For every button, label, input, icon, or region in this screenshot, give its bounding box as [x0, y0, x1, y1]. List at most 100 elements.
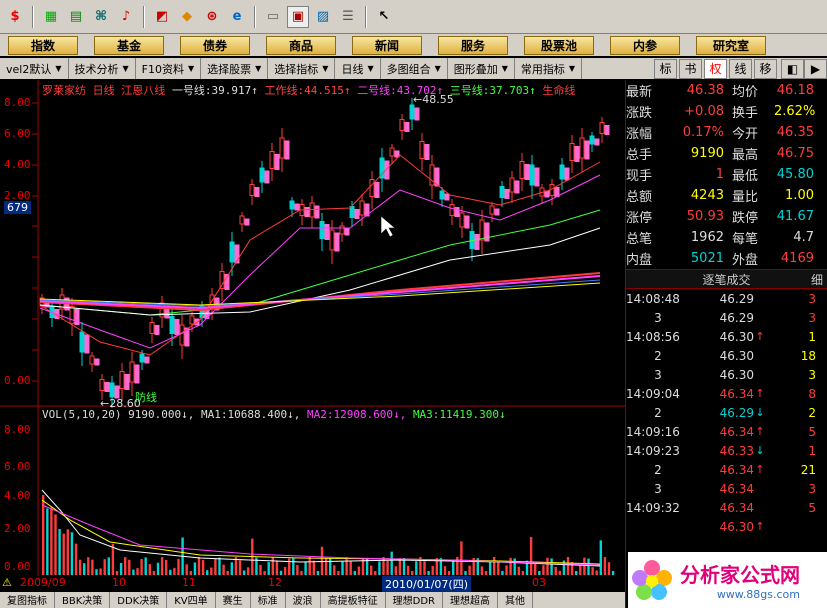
tick-volume: 18 — [800, 348, 816, 363]
quote-key: 最高 — [732, 148, 759, 163]
tick-volume: 5 — [808, 424, 816, 439]
ticks-detail-tab[interactable]: 细 — [811, 271, 823, 288]
bottom-tab[interactable]: 其他 — [498, 592, 534, 608]
tab-6[interactable]: 多图组合 ▼ — [381, 58, 448, 79]
chevron-down-icon: ▼ — [122, 64, 129, 73]
menu-button[interactable]: 指数 — [8, 35, 78, 55]
search-globe-icon[interactable]: ⊛ — [201, 6, 223, 28]
window-icon[interactable]: ▣ — [287, 5, 309, 28]
right-tab-2[interactable]: 权 — [704, 58, 727, 79]
quote-key: 最新 — [626, 85, 653, 100]
right-tab-3[interactable]: 线 — [729, 58, 752, 79]
quote-value: 4.7 — [793, 230, 814, 245]
tab-0[interactable]: vel2默认 ▼ — [0, 58, 69, 79]
tab-7[interactable]: 图形叠加 ▼ — [448, 58, 515, 79]
menu-button[interactable]: 股票池 — [524, 35, 594, 55]
chevron-down-icon: ▼ — [55, 64, 62, 73]
toolbar: $ ▦ ▤ ⌘ ♪ ◩ ◆ ⊛ e ▭ ▣ ▨ ☰ ↖ — [0, 0, 827, 34]
line4-label: 三号线: — [449, 84, 490, 97]
binoculars-icon[interactable]: ⌘ — [90, 6, 112, 28]
tick-price: 46.34 — [719, 481, 754, 496]
quote-key: 外盘 — [732, 253, 759, 268]
tab-5[interactable]: 日线 ▼ — [335, 58, 381, 79]
grid-icon[interactable]: ▤ — [65, 6, 87, 28]
bottom-tab[interactable]: KV四单 — [167, 592, 216, 608]
tick-price: 46.29 — [719, 310, 754, 325]
menu-button[interactable]: 基金 — [94, 35, 164, 55]
tick-time: 14:09:32 — [626, 500, 680, 515]
line1-label: 一号线: — [171, 84, 212, 97]
tab-8[interactable]: 常用指标 ▼ — [515, 58, 583, 79]
right-tab-1[interactable]: 书 — [679, 58, 702, 79]
bottom-indicator-tabs: 复图指标 BBK决策 DDK决策 KV四单 赛生 标准 波浪 高提板特征 理想DDR 理想超高 其他 — [0, 592, 625, 608]
bottom-tab[interactable]: 标准 — [251, 592, 286, 608]
line3-label: 二号线: — [357, 84, 397, 97]
tick-time: 3 — [654, 367, 662, 382]
bottom-tab[interactable]: BBK决策 — [55, 592, 111, 608]
tick-row: 3 46.30 3 — [626, 365, 827, 384]
quote-key: 涨停 — [626, 211, 653, 226]
tab-label: 选择指标 — [274, 62, 319, 76]
tick-time: 14:08:56 — [626, 329, 680, 344]
menu-button[interactable]: 内参 — [610, 35, 680, 55]
tick-row: 14:09:32 46.34 5 — [626, 498, 827, 517]
tick-price: 46.29 — [719, 291, 754, 306]
menu-button[interactable]: 商品 — [266, 35, 336, 55]
tick-volume: 1 — [808, 443, 816, 458]
bottom-tab[interactable]: 理想DDR — [386, 592, 444, 608]
bottom-tab[interactable]: 波浪 — [286, 592, 321, 608]
right-tab-4[interactable]: 移 — [754, 58, 777, 79]
menu-button[interactable]: 债券 — [180, 35, 250, 55]
pointer-icon[interactable]: ↖ — [373, 6, 395, 28]
bell-icon[interactable]: ♪ — [115, 6, 137, 28]
tick-volume: 2 — [808, 405, 816, 420]
line5-label: 生命线 — [542, 84, 576, 97]
chart-icon[interactable]: ◩ — [151, 6, 173, 28]
board-icon[interactable]: ▦ — [40, 6, 62, 28]
quote-value: 0.17% — [682, 125, 724, 140]
bottom-tab[interactable]: 高提板特征 — [321, 592, 386, 608]
quote-value: 1962 — [690, 230, 724, 245]
bottom-tab[interactable]: 赛生 — [216, 592, 251, 608]
bottom-tab[interactable]: 理想超高 — [443, 592, 499, 608]
quote-value: 41.67 — [776, 209, 814, 224]
dollar-icon[interactable]: $ — [4, 6, 26, 28]
quote-row: 涨幅 0.17% 今开 46.35 — [626, 122, 827, 143]
nav-right-icon[interactable]: ▶ — [804, 58, 827, 79]
tick-price: 46.34 — [719, 386, 754, 401]
diamond-icon[interactable]: ◆ — [176, 6, 198, 28]
nav-left-icon[interactable]: ◧ — [781, 58, 804, 79]
tab-2[interactable]: F10资料 ▼ — [136, 58, 202, 79]
kline-chart[interactable] — [0, 80, 625, 608]
logo-text: 分析家公式网 — [680, 563, 800, 587]
bottom-tab[interactable]: 复图指标 — [0, 592, 55, 608]
menu-button[interactable]: 服务 — [438, 35, 508, 55]
tab-4[interactable]: 选择指标 ▼ — [268, 58, 336, 79]
tick-price: 46.30 — [719, 348, 754, 363]
line1-value: 39.917 — [211, 84, 252, 97]
quote-value: +0.08 — [684, 104, 724, 119]
tab-3[interactable]: 选择股票 ▼ — [201, 58, 269, 79]
tick-arrow-icon: ↓ — [755, 406, 765, 419]
doc-icon[interactable]: ▭ — [262, 6, 284, 28]
tick-time: 3 — [654, 310, 662, 325]
tick-arrow-icon: ↑ — [755, 425, 765, 438]
quote-row: 涨停 50.93 跌停 41.67 — [626, 206, 827, 227]
tab-1[interactable]: 技术分析 ▼ — [69, 58, 136, 79]
tick-volume: 3 — [808, 291, 816, 306]
e-icon[interactable]: e — [226, 6, 248, 28]
right-tab-0[interactable]: 标 — [654, 58, 677, 79]
bottom-tab[interactable]: DDK决策 — [110, 592, 168, 608]
news-icon[interactable]: ☰ — [337, 6, 359, 28]
menu-button[interactable]: 研究室 — [696, 35, 766, 55]
menu-button[interactable]: 新闻 — [352, 35, 422, 55]
chevron-down-icon: ▼ — [434, 64, 441, 73]
date-label: 12 — [268, 576, 282, 589]
tick-price: 46.34 — [719, 462, 754, 477]
tick-row: 14:08:48 46.29 3 — [626, 289, 827, 308]
quote-value: 45.80 — [776, 167, 814, 182]
tick-row: 14:09:23 46.33 ↓ 1 — [626, 441, 827, 460]
photo-icon[interactable]: ▨ — [312, 6, 334, 28]
tab-bar: vel2默认 ▼ 技术分析 ▼ F10资料 ▼ 选择股票 ▼ 选择指标 ▼ 日线 ▼ 多图组合 ▼ 图形叠加… — [0, 58, 827, 79]
main-legend: 罗莱家纺 日线 江恩八线 一号线:39.917↑ 工作线:44.515↑ 二号线… — [42, 84, 576, 97]
